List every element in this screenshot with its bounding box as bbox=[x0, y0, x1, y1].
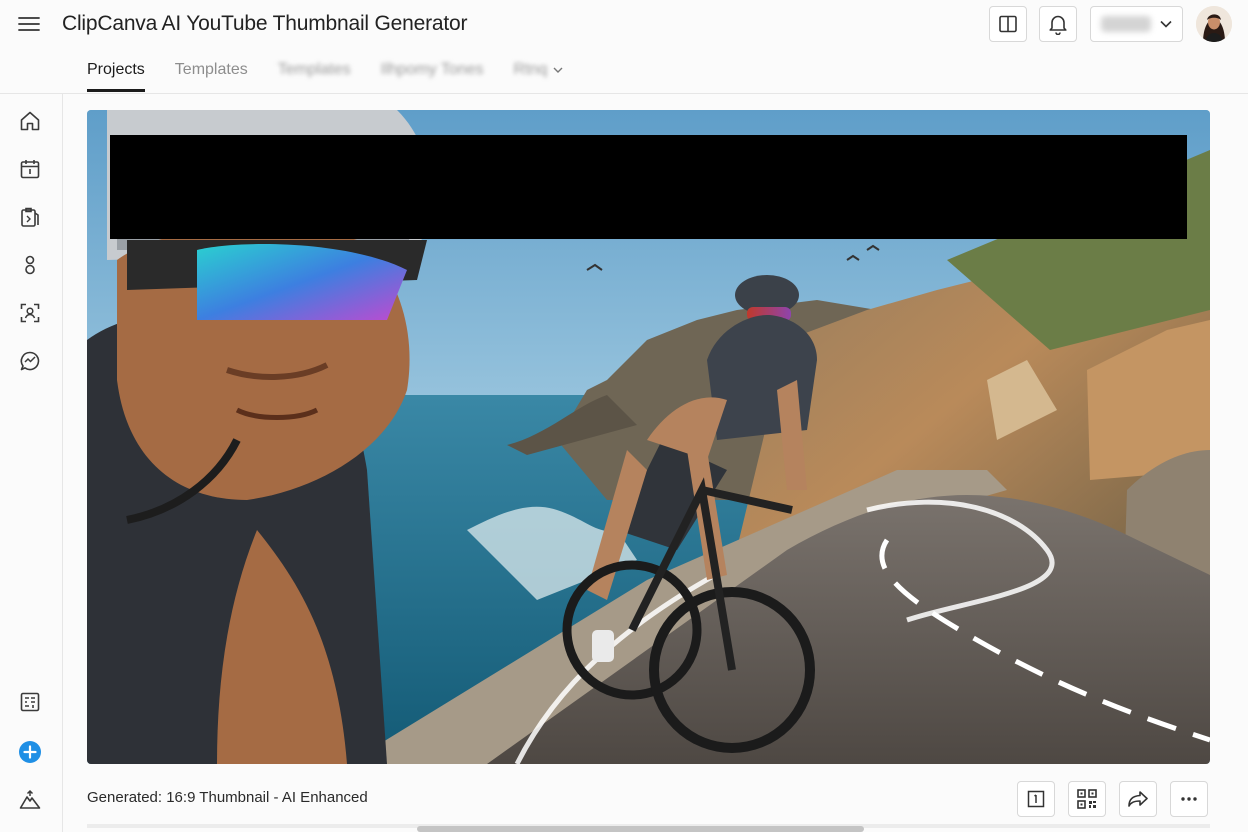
sidebar bbox=[0, 94, 63, 832]
chevron-down-icon bbox=[553, 67, 563, 73]
add-circle-icon[interactable] bbox=[17, 739, 43, 765]
frame-button[interactable] bbox=[1017, 781, 1055, 817]
chevron-down-icon bbox=[1160, 20, 1172, 28]
top-bar: ClipCanva AI YouTube Thumbnail Generator… bbox=[0, 0, 1248, 94]
mountain-upload-icon[interactable] bbox=[17, 787, 43, 813]
scrollbar-thumb[interactable] bbox=[417, 826, 864, 832]
clipboard-icon[interactable] bbox=[17, 204, 43, 230]
notifications-button[interactable] bbox=[1039, 6, 1077, 42]
bell-icon bbox=[1049, 15, 1067, 35]
split-panel-icon bbox=[999, 15, 1017, 33]
account-name: ████ bbox=[1101, 16, 1151, 32]
qr-code-button[interactable] bbox=[1068, 781, 1106, 817]
tab-blurred-3[interactable]: Ilhpomy Tones bbox=[381, 56, 484, 92]
tab-templates-blurred[interactable]: Templates bbox=[278, 56, 351, 92]
redaction-bar bbox=[110, 135, 1187, 239]
qr-code-icon bbox=[1077, 789, 1097, 809]
frame-icon bbox=[1027, 790, 1045, 808]
user-avatar[interactable] bbox=[1196, 6, 1232, 42]
analytics-chat-icon[interactable] bbox=[17, 348, 43, 374]
scan-user-icon[interactable] bbox=[17, 300, 43, 326]
tab-bar: Projects Templates Templates Ilhpomy Ton… bbox=[87, 56, 593, 94]
account-dropdown[interactable]: ████ bbox=[1090, 6, 1183, 42]
app-title: ClipCanva AI YouTube Thumbnail Generator bbox=[62, 12, 468, 35]
qr-board-icon[interactable] bbox=[17, 689, 43, 715]
tab-templates[interactable]: Templates bbox=[175, 56, 248, 92]
people-icon[interactable] bbox=[17, 252, 43, 278]
hamburger-icon[interactable] bbox=[14, 10, 44, 38]
share-button[interactable] bbox=[1119, 781, 1157, 817]
tab-dropdown[interactable]: Rtnq bbox=[514, 56, 564, 92]
more-icon bbox=[1181, 797, 1197, 801]
thumbnail-preview[interactable] bbox=[87, 110, 1210, 764]
calendar-icon[interactable] bbox=[17, 156, 43, 182]
more-options-button[interactable] bbox=[1170, 781, 1208, 817]
tab-dropdown-label: Rtnq bbox=[513, 61, 548, 78]
generation-status: Generated: 16:9 Thumbnail - AI Enhanced bbox=[87, 789, 368, 806]
layout-toggle-button[interactable] bbox=[989, 6, 1027, 42]
tab-projects[interactable]: Projects bbox=[87, 56, 145, 92]
share-icon bbox=[1128, 791, 1148, 807]
home-icon[interactable] bbox=[17, 108, 43, 134]
